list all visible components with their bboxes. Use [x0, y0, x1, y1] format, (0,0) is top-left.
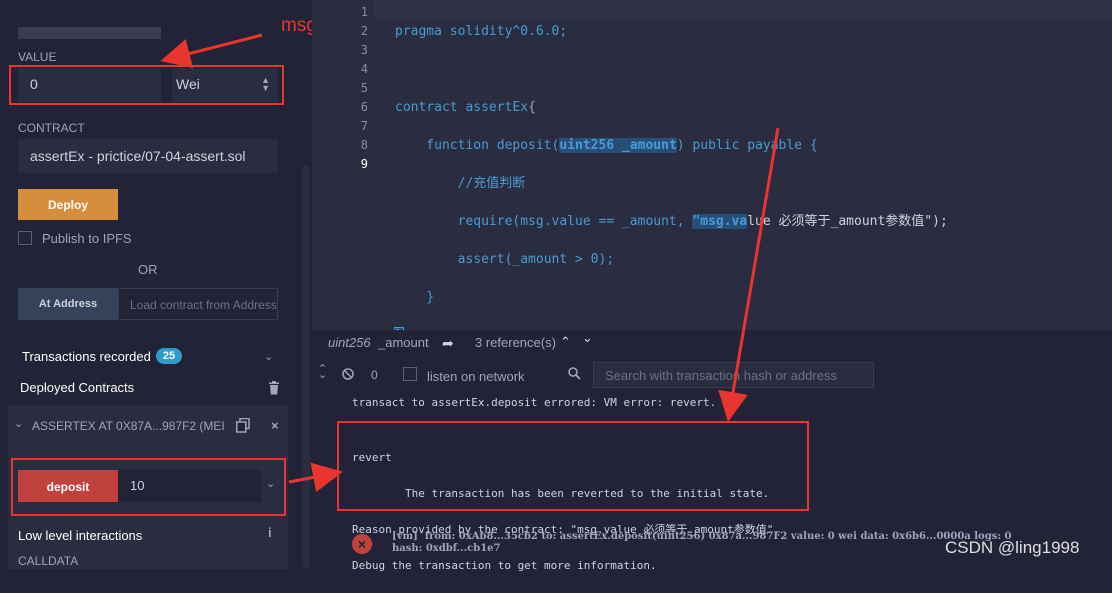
- annotation-arrows: [160, 33, 780, 493]
- arrow-from-deposit: [288, 462, 343, 493]
- arrow-to-value: [160, 33, 263, 69]
- arrow-to-revert: [718, 127, 780, 422]
